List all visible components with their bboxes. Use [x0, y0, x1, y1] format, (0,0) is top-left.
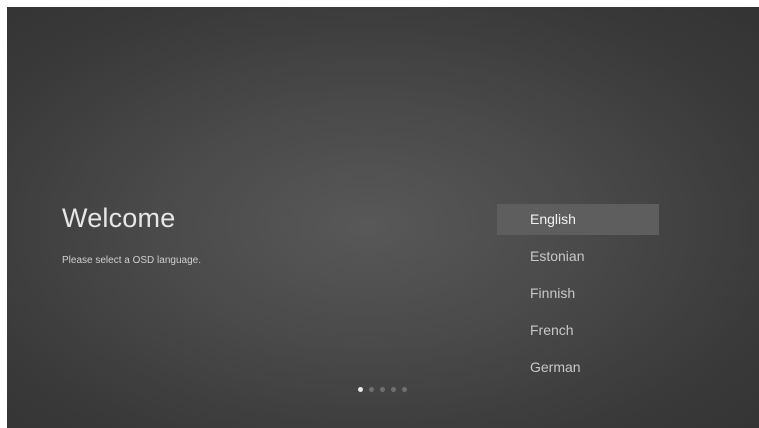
language-option-english[interactable]: English [497, 204, 659, 235]
setup-screen: Welcome Please select a OSD language. En… [7, 7, 759, 428]
page-subtitle: Please select a OSD language. [62, 255, 201, 266]
page-dot-1 [358, 386, 363, 392]
language-list: English Estonian Finnish French German [497, 204, 659, 389]
language-option-finnish[interactable]: Finnish [497, 278, 659, 309]
page-dot-2 [369, 386, 374, 392]
page-indicator [358, 386, 407, 392]
language-option-estonian[interactable]: Estonian [497, 241, 659, 272]
language-option-french[interactable]: French [497, 315, 659, 346]
page-dot-5 [402, 386, 407, 392]
language-option-german[interactable]: German [497, 352, 659, 383]
page-title: Welcome [62, 203, 176, 233]
page-dot-4 [391, 386, 396, 392]
page-dot-3 [380, 386, 385, 392]
